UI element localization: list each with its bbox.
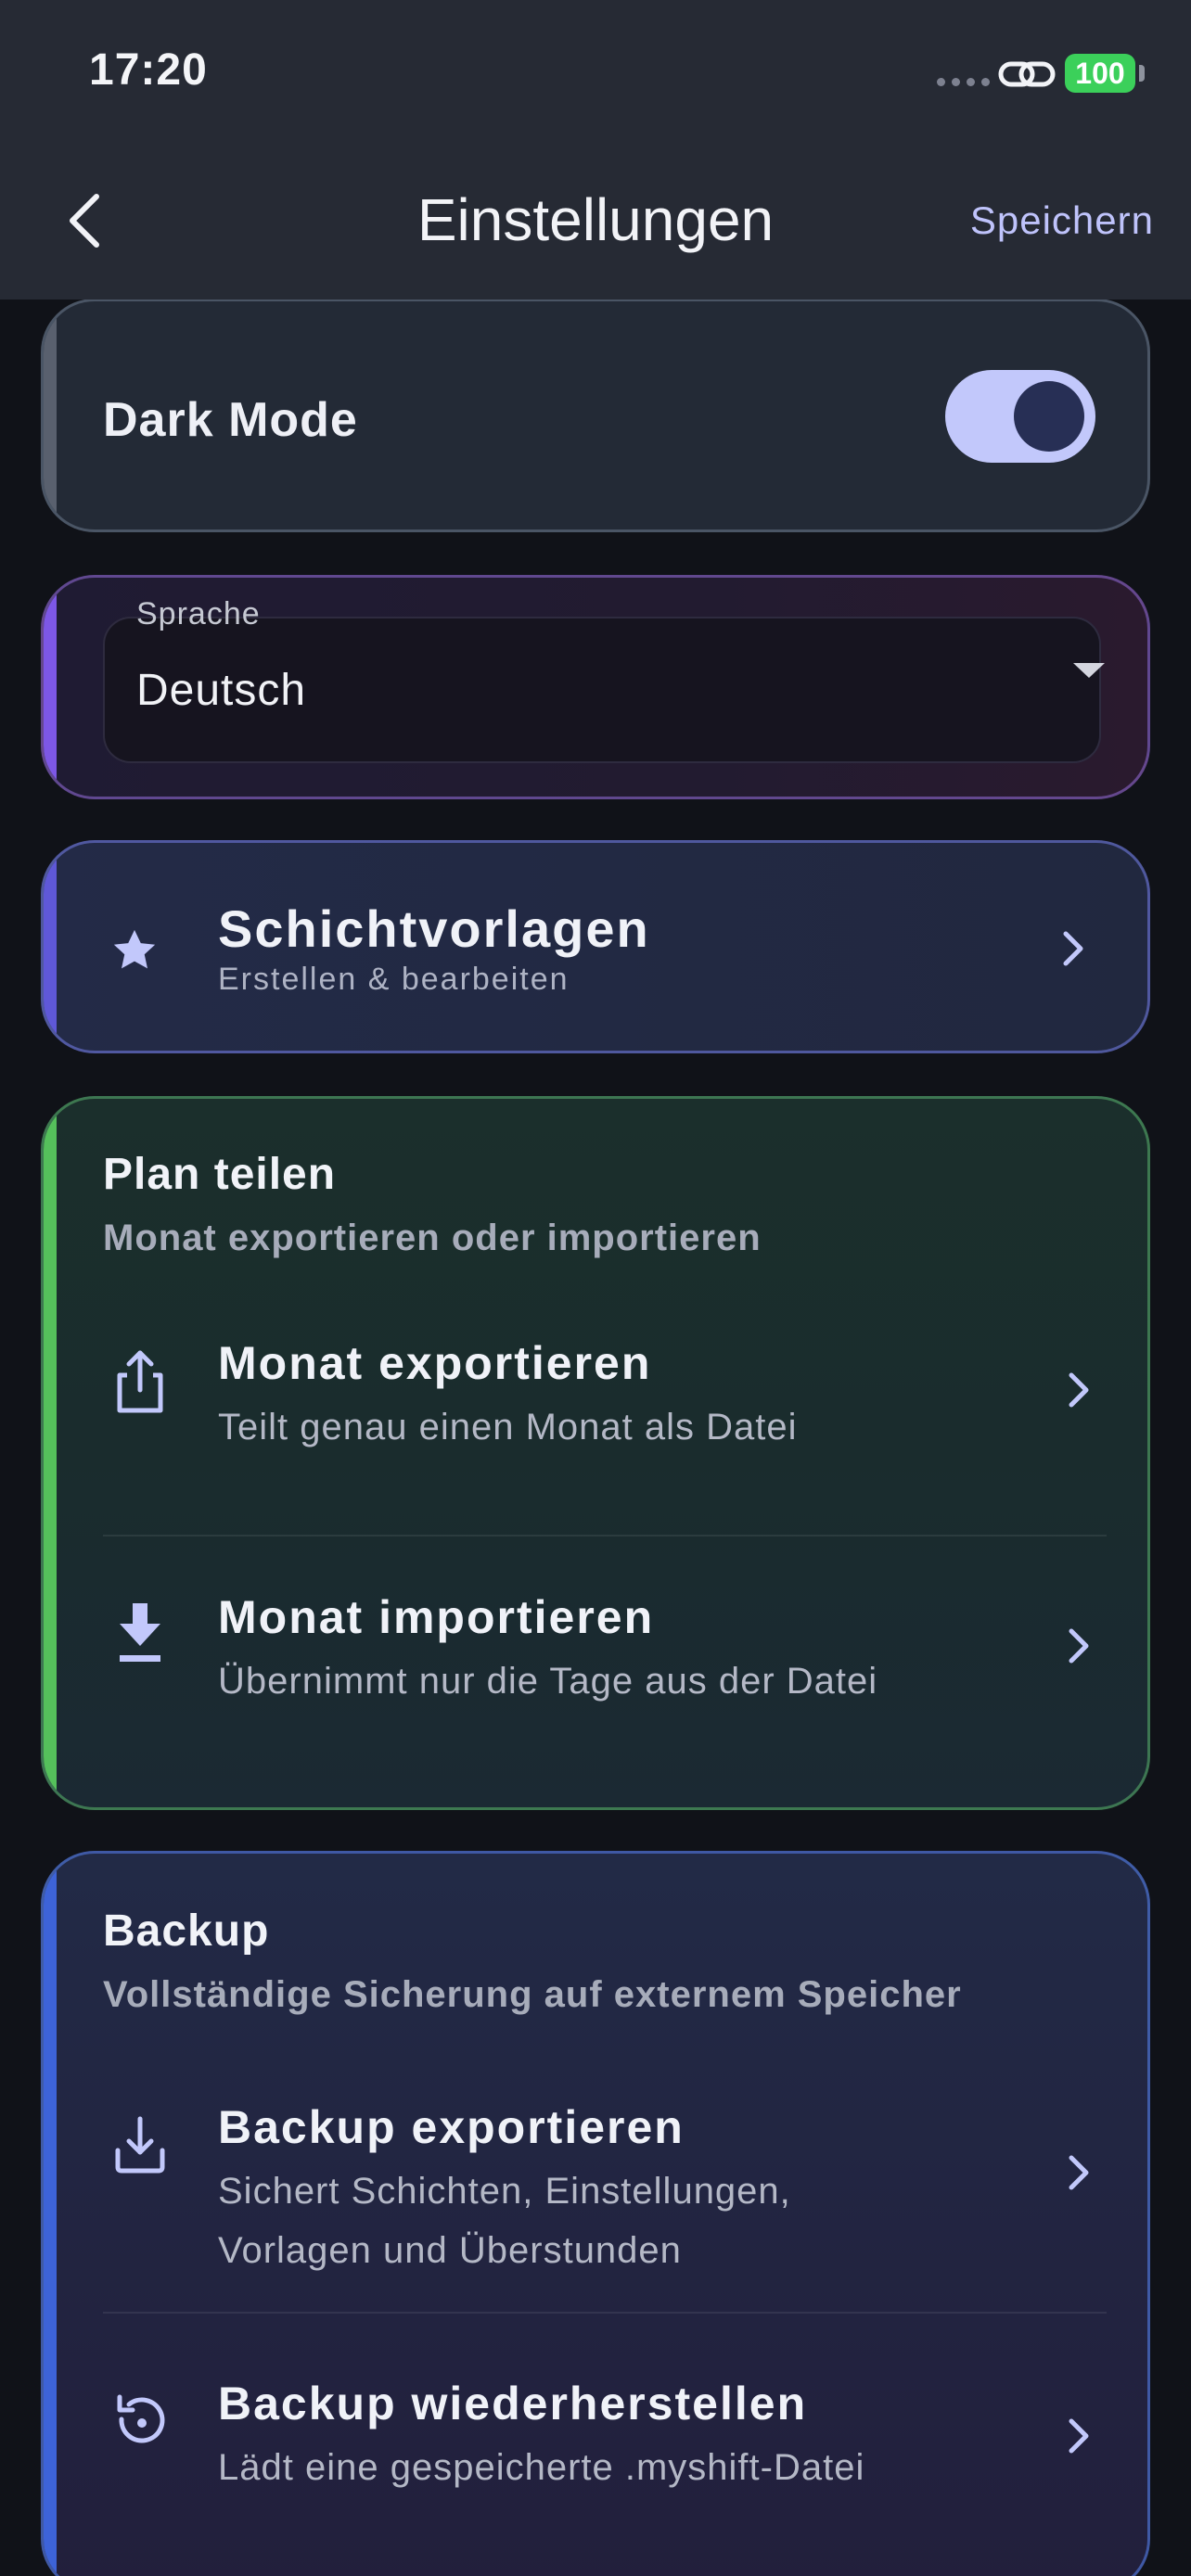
- dark-mode-card: Dark Mode: [41, 299, 1150, 532]
- top-bar: 17:20 100 Einstellungen Speichern: [0, 0, 1191, 300]
- star-icon: [113, 929, 156, 969]
- chevron-right-icon: [1069, 2418, 1089, 2454]
- card-accent: [44, 843, 57, 1051]
- dark-mode-toggle[interactable]: [945, 370, 1095, 463]
- divider: [103, 2312, 1107, 2314]
- backup-restore-item[interactable]: Backup wiederherstellen Lädt eine gespei…: [44, 2338, 1147, 2560]
- cellular-signal-icon: [937, 78, 990, 86]
- restore-icon: [117, 2394, 165, 2443]
- share-plan-card: Plan teilen Monat exportieren oder impor…: [41, 1096, 1150, 1810]
- export-month-title: Monat exportieren: [218, 1337, 652, 1389]
- share-section-title: Plan teilen: [103, 1150, 337, 1199]
- settings-page: 17:20 100 Einstellungen Speichern Dark M…: [0, 0, 1191, 2576]
- backup-section-title: Backup: [103, 1906, 270, 1956]
- share-section-subtitle: Monat exportieren oder importieren: [103, 1218, 762, 1258]
- backup-export-item[interactable]: Backup exportieren Sichert Schichten, Ei…: [44, 2067, 1147, 2308]
- download-icon: [120, 1603, 160, 1662]
- dropdown-arrow-icon: [1073, 663, 1105, 678]
- battery-indicator: 100: [1065, 54, 1135, 93]
- import-month-item[interactable]: Monat importieren Übernimmt nur die Tage…: [44, 1562, 1147, 1785]
- language-caption: Sprache: [136, 596, 261, 631]
- share-icon: [117, 1350, 163, 1413]
- language-value: Deutsch: [136, 666, 307, 715]
- export-month-subtitle: Teilt genau einen Monat als Datei: [218, 1407, 798, 1447]
- backup-restore-subtitle: Lädt eine gespeicherte .myshift-Datei: [218, 2447, 865, 2488]
- chevron-right-icon: [1063, 931, 1083, 966]
- dark-mode-label: Dark Mode: [103, 393, 358, 447]
- toggle-knob: [1014, 381, 1084, 452]
- backup-export-title: Backup exportieren: [218, 2101, 685, 2153]
- battery-tip: [1139, 65, 1145, 82]
- chevron-right-icon: [1069, 1372, 1089, 1408]
- card-accent: [44, 301, 57, 529]
- backup-section-subtitle: Vollständige Sicherung auf externem Spei…: [103, 1974, 962, 2015]
- import-month-subtitle: Übernimmt nur die Tage aus der Datei: [218, 1661, 878, 1702]
- backup-export-subtitle-line1: Sichert Schichten, Einstellungen,: [218, 2171, 791, 2212]
- divider: [103, 1535, 1107, 1537]
- language-card: Sprache Deutsch: [41, 575, 1150, 799]
- backup-restore-title: Backup wiederherstellen: [218, 2378, 808, 2429]
- save-button[interactable]: Speichern: [970, 198, 1154, 243]
- backup-export-icon: [115, 2116, 165, 2174]
- link-icon: [998, 61, 1056, 87]
- backup-card: Backup Vollständige Sicherung auf extern…: [41, 1851, 1150, 2576]
- chevron-right-icon: [1069, 2155, 1089, 2190]
- status-time: 17:20: [89, 45, 208, 95]
- export-month-item[interactable]: Monat exportieren Teilt genau einen Mona…: [44, 1303, 1147, 1544]
- battery-level: 100: [1075, 56, 1125, 90]
- shift-templates-item[interactable]: Schichtvorlagen Erstellen & bearbeiten: [41, 840, 1150, 1053]
- card-accent: [44, 578, 57, 797]
- import-month-title: Monat importieren: [218, 1591, 655, 1643]
- chevron-right-icon: [1069, 1628, 1089, 1664]
- backup-export-subtitle-line2: Vorlagen und Überstunden: [218, 2230, 682, 2271]
- templates-title: Schichtvorlagen: [218, 899, 650, 958]
- templates-subtitle: Erstellen & bearbeiten: [218, 962, 570, 997]
